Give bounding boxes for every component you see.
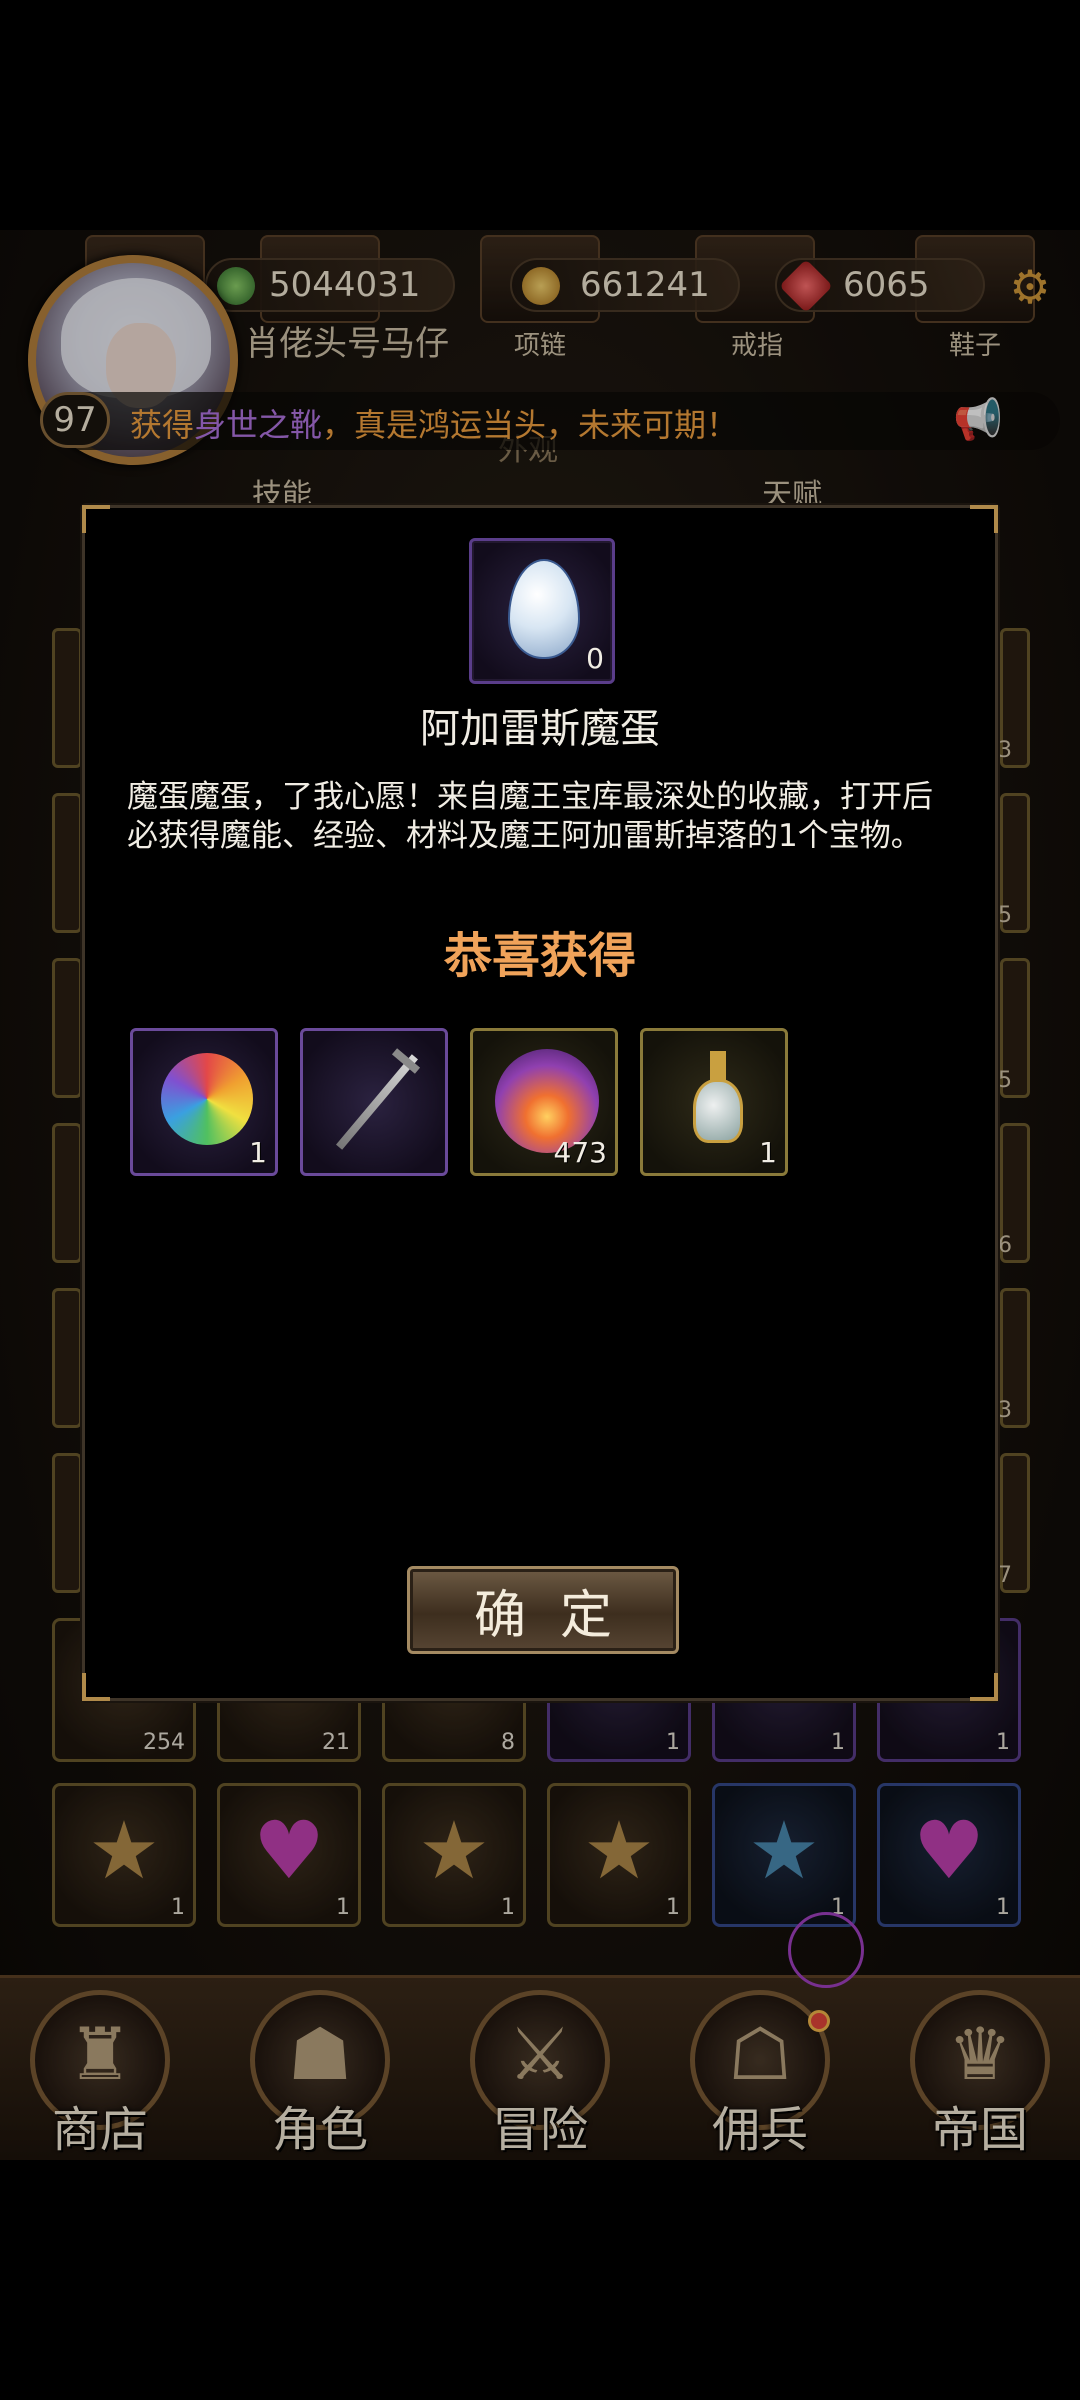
- frame-corner: [82, 1673, 110, 1701]
- demon-egg-icon: [508, 559, 580, 659]
- reward-slot[interactable]: 473: [470, 1028, 618, 1176]
- frame-corner: [970, 1673, 998, 1701]
- reward-slot[interactable]: 1: [130, 1028, 278, 1176]
- frame-corner: [82, 505, 110, 533]
- sword-icon: [336, 1054, 418, 1150]
- confirm-button[interactable]: 确定: [407, 1566, 679, 1654]
- item-icon-slot: 0: [469, 538, 615, 684]
- frame-corner: [970, 505, 998, 533]
- item-description: 魔蛋魔蛋，了我心愿！来自魔王宝库最深处的收藏，打开后必获得魔能、经验、材料及魔王…: [127, 779, 933, 854]
- item-title: 阿加雷斯魔蛋: [420, 706, 660, 752]
- reward-slot[interactable]: [300, 1028, 448, 1176]
- congrats-heading: 恭喜获得: [443, 928, 636, 984]
- reward-count: 1: [249, 1136, 267, 1169]
- reward-dialog: 0 阿加雷斯魔蛋 魔蛋魔蛋，了我心愿！来自魔王宝库最深处的收藏，打开后必获得魔能…: [82, 505, 998, 1701]
- potion-body: [693, 1079, 743, 1143]
- item-count: 0: [586, 642, 604, 675]
- reward-count: 1: [759, 1136, 777, 1169]
- rainbow-orb-icon: [161, 1053, 253, 1145]
- potion-icon: [693, 1051, 743, 1151]
- reward-count: 473: [553, 1136, 607, 1169]
- reward-slot[interactable]: 1: [640, 1028, 788, 1176]
